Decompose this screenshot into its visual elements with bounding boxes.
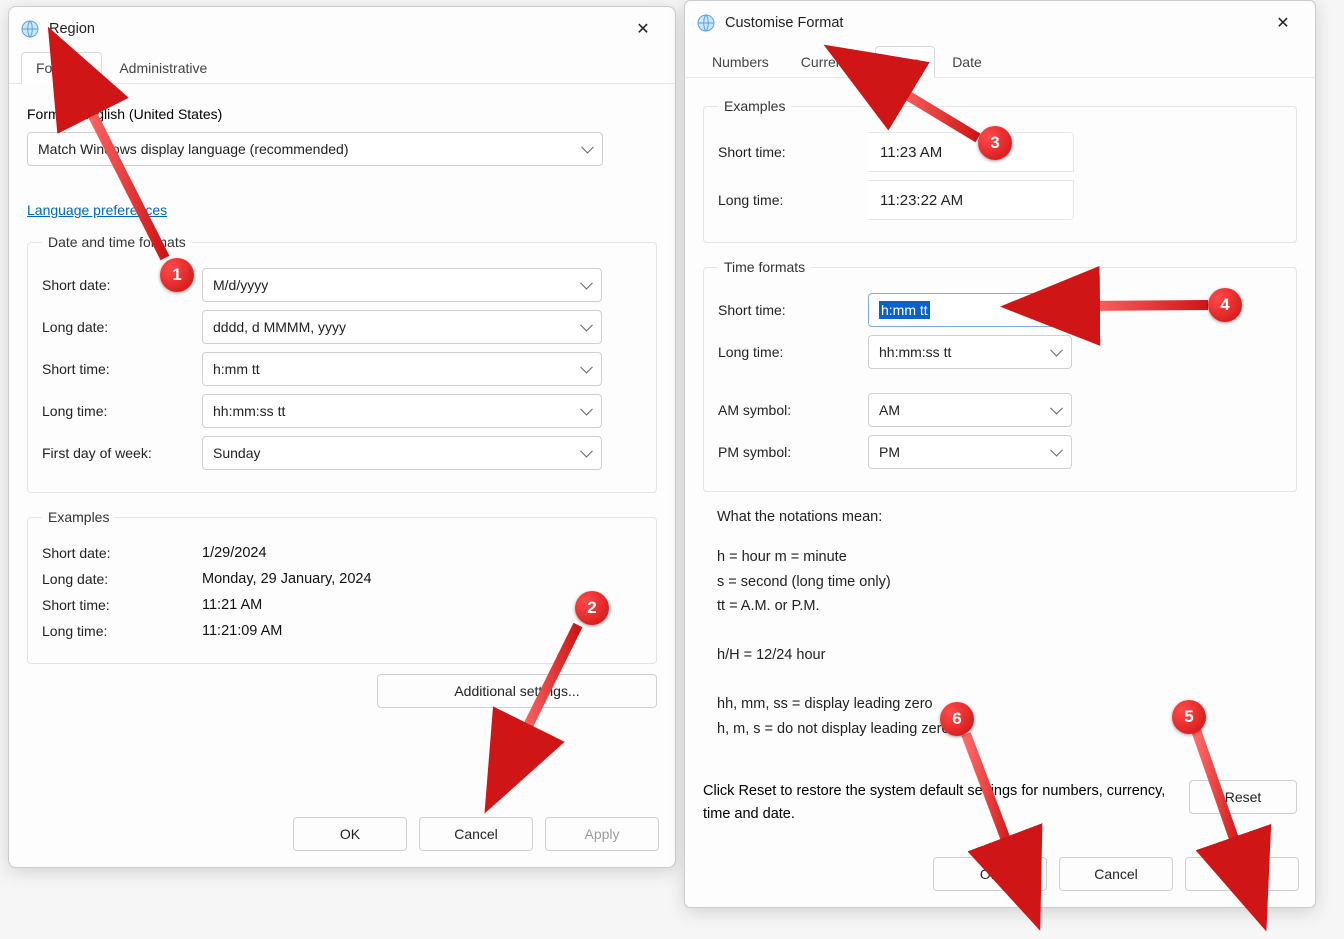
c-examples-group: Examples Short time: 11:23 AM Long time:… [703,98,1297,243]
note-line: tt = A.M. or P.M. [717,595,1295,617]
reset-description: Click Reset to restore the system defaul… [703,780,1171,825]
additional-settings-button[interactable]: Additional settings... [377,674,657,708]
region-cancel-button[interactable]: Cancel [419,817,533,851]
c-label-short-time: Short time: [718,302,868,318]
region-ok-button[interactable]: OK [293,817,407,851]
language-preferences-link[interactable]: Language preferences [27,202,167,218]
customise-apply-button[interactable]: Apply [1185,857,1299,891]
ex-long-time: 11:21:09 AM [202,623,282,639]
close-icon[interactable]: ✕ [1263,8,1303,38]
long-date-combo[interactable]: dddd, d MMMM, yyyy [202,310,602,344]
c-ex-label-short: Short time: [718,144,868,160]
region-tabstrip: Formats Administrative [9,51,675,84]
ex-short-date: 1/29/2024 [202,545,267,561]
notes-title: What the notations mean: [717,506,1295,528]
close-icon[interactable]: ✕ [623,14,663,44]
ex-label-long-time: Long time: [42,623,202,639]
note-line: h, m, s = do not display leading zero [717,718,1295,740]
customise-bottombar: OK Cancel Apply [685,845,1315,907]
customise-ok-button[interactable]: OK [933,857,1047,891]
customise-title: Customise Format [725,15,843,31]
callout-5: 5 [1172,700,1206,734]
group-legend-examples: Examples [42,509,115,525]
c-ex-long-value: 11:23:22 AM [868,180,1074,220]
c-examples-legend: Examples [718,98,791,114]
callout-6: 6 [940,702,974,736]
tab-formats[interactable]: Formats [21,52,102,84]
long-time-format-combo[interactable]: hh:mm:ss tt [868,335,1072,369]
format-label: Format: English (United States) [27,106,657,122]
reset-button[interactable]: Reset [1189,780,1297,814]
region-pane: Format: English (United States) Match Wi… [9,84,675,724]
note-line [717,620,1295,642]
date-time-formats-group: Date and time formats Short date: M/d/yy… [27,234,657,493]
short-time-combo[interactable]: h:mm tt [202,352,602,386]
customise-titlebar: Customise Format ✕ [685,1,1315,45]
short-date-combo[interactable]: M/d/yyyy [202,268,602,302]
note-line [717,669,1295,691]
c-label-pm: PM symbol: [718,444,868,460]
ex-long-date: Monday, 29 January, 2024 [202,571,372,587]
group-legend-datetime: Date and time formats [42,234,192,250]
ex-short-time: 11:21 AM [202,597,262,613]
region-titlebar: Region ✕ [9,7,675,51]
callout-4: 4 [1208,288,1242,322]
customise-tabstrip: Numbers Currency Time Date [685,45,1315,78]
label-long-time: Long time: [42,403,202,419]
customise-pane: Examples Short time: 11:23 AM Long time:… [685,78,1315,841]
note-line: h = hour m = minute [717,546,1295,568]
ex-label-short-date: Short date: [42,545,202,561]
callout-2: 2 [575,591,609,625]
examples-group: Examples Short date:1/29/2024 Long date:… [27,509,657,664]
callout-3: 3 [978,126,1012,160]
c-ex-short-value: 11:23 AM [868,132,1074,172]
note-line: s = second (long time only) [717,571,1295,593]
region-window: Region ✕ Formats Administrative Format: … [8,6,676,868]
pm-symbol-combo[interactable]: PM [868,435,1072,469]
region-title: Region [49,21,95,37]
customise-cancel-button[interactable]: Cancel [1059,857,1173,891]
globe-icon [697,14,715,32]
label-short-time: Short time: [42,361,202,377]
c-ex-label-long: Long time: [718,192,868,208]
am-symbol-combo[interactable]: AM [868,393,1072,427]
time-formats-group: Time formats Short time: h:mm tt Long ti… [703,259,1297,492]
time-formats-legend: Time formats [718,259,811,275]
ex-label-long-date: Long date: [42,571,202,587]
label-first-day: First day of week: [42,445,202,461]
region-apply-button[interactable]: Apply [545,817,659,851]
label-long-date: Long date: [42,319,202,335]
short-time-format-combo[interactable]: h:mm tt [868,293,1072,327]
tab-time[interactable]: Time [875,46,936,78]
first-day-combo[interactable]: Sunday [202,436,602,470]
globe-icon [21,20,39,38]
format-combo[interactable]: Match Windows display language (recommen… [27,132,603,166]
long-time-combo[interactable]: hh:mm:ss tt [202,394,602,428]
ex-label-short-time: Short time: [42,597,202,613]
note-line: h/H = 12/24 hour [717,644,1295,666]
notations-block: What the notations mean: h = hour m = mi… [717,506,1295,740]
tab-currency[interactable]: Currency [786,46,873,78]
callout-1: 1 [160,258,194,292]
tab-administrative[interactable]: Administrative [104,52,222,84]
note-line: hh, mm, ss = display leading zero [717,693,1295,715]
c-label-long-time: Long time: [718,344,868,360]
region-bottombar: OK Cancel Apply [9,805,675,867]
tab-numbers[interactable]: Numbers [697,46,784,78]
tab-date[interactable]: Date [937,46,997,78]
c-label-am: AM symbol: [718,402,868,418]
